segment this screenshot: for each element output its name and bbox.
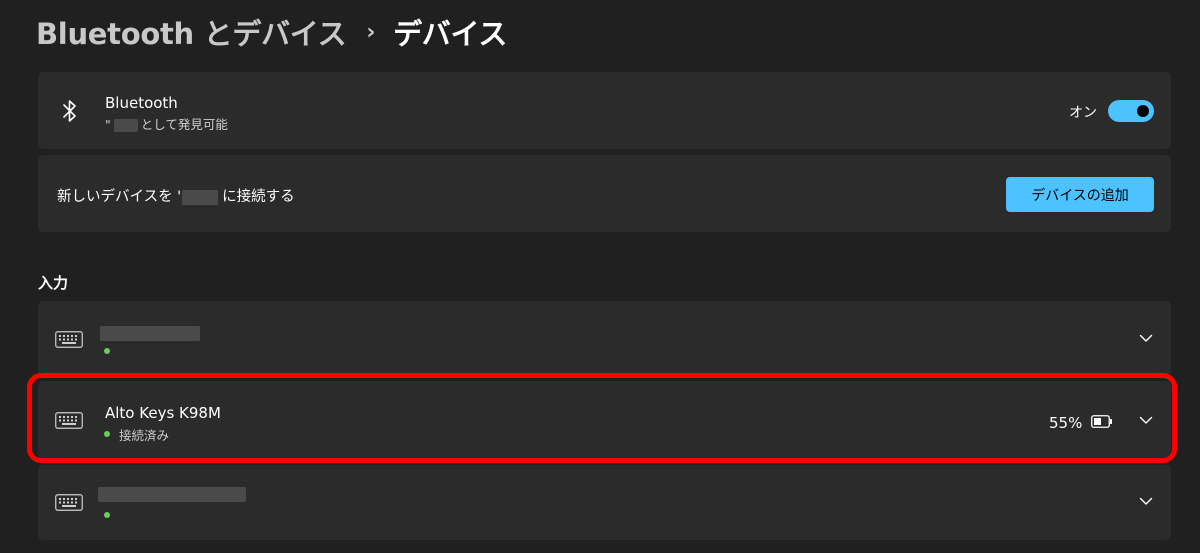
device-name-redacted	[100, 326, 200, 341]
highlight-annotation	[27, 373, 1177, 463]
keyboard-icon	[55, 494, 83, 511]
breadcrumb-parent-link[interactable]: Bluetooth とデバイス	[36, 11, 347, 53]
page-title: デバイス	[393, 17, 508, 51]
chevron-down-icon[interactable]	[1139, 497, 1153, 506]
add-device-label-suffix: に接続する	[222, 189, 295, 205]
input-section-heading: 入力	[38, 274, 69, 292]
add-device-label: 新しいデバイスを ' に接続する	[57, 185, 295, 206]
bluetooth-icon	[63, 100, 76, 122]
toggle-knob	[1137, 105, 1149, 117]
bluetooth-title: Bluetooth	[105, 94, 178, 112]
bluetooth-card	[38, 72, 1171, 149]
device-row[interactable]	[38, 301, 1171, 376]
bluetooth-toggle-label: オン	[1069, 105, 1097, 121]
device-name-redacted	[98, 487, 246, 502]
device-row[interactable]	[38, 465, 1171, 540]
bluetooth-subtitle-prefix: "	[105, 117, 111, 132]
redacted-device-name	[113, 119, 138, 132]
bluetooth-subtitle-suffix: として発見可能	[140, 117, 228, 132]
add-device-label-prefix: 新しいデバイスを '	[57, 189, 182, 205]
chevron-down-icon[interactable]	[1139, 334, 1153, 343]
keyboard-icon	[55, 331, 83, 348]
connection-status-dot	[104, 348, 110, 354]
add-device-button[interactable]: デバイスの追加	[1006, 177, 1154, 212]
connection-status-dot	[104, 512, 110, 518]
bluetooth-subtitle: " として発見可能	[105, 114, 228, 133]
breadcrumb: Bluetooth とデバイス › デバイス	[36, 10, 507, 54]
breadcrumb-separator: ›	[366, 19, 376, 45]
redacted-pc-name	[182, 189, 219, 205]
bluetooth-toggle[interactable]	[1108, 100, 1154, 122]
